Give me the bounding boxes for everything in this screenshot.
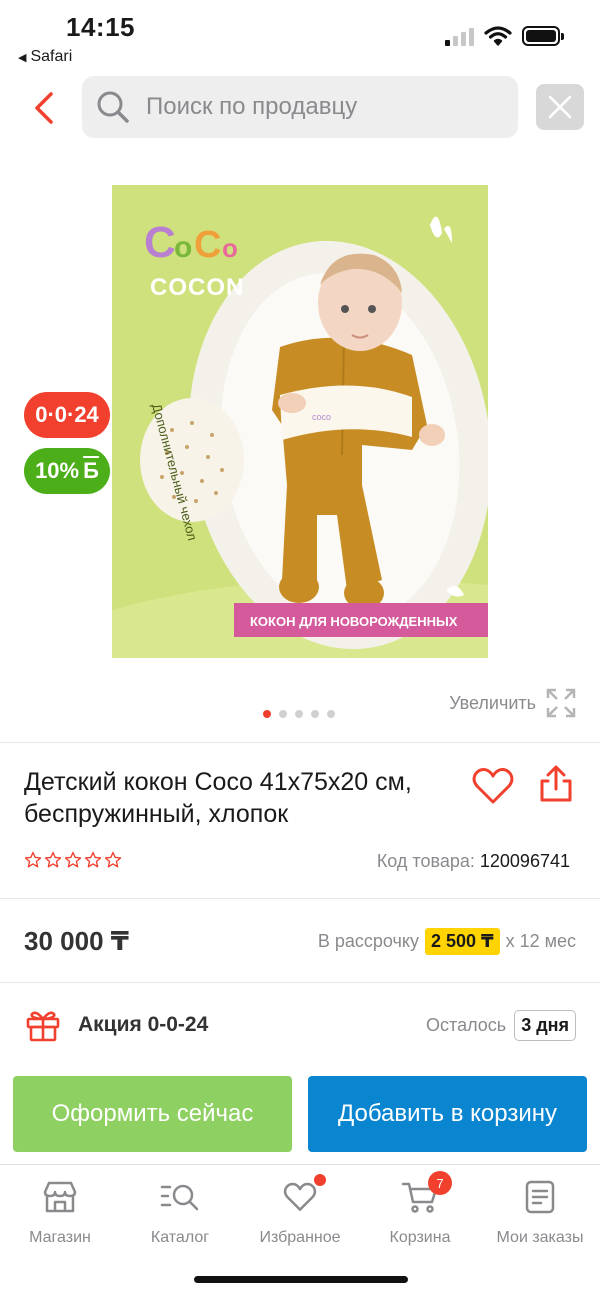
search-input[interactable] (146, 93, 466, 121)
back-app-label: Safari (30, 48, 73, 65)
tab-favorites-label: Избранное (259, 1229, 341, 1246)
tab-orders[interactable]: Мои заказы (480, 1165, 600, 1254)
battery-icon (522, 26, 564, 46)
bonus-badge-unit: Б (83, 458, 99, 483)
product-code-label: Код товара: (376, 851, 475, 871)
share-icon (540, 765, 572, 802)
close-icon (548, 95, 572, 119)
svg-text:КОКОН ДЛЯ НОВОРОЖДЕННЫХ: КОКОН ДЛЯ НОВОРОЖДЕННЫХ (250, 614, 458, 629)
clear-search-button[interactable] (536, 84, 584, 130)
tab-shop[interactable]: Магазин (0, 1165, 120, 1254)
cart-count-badge: 7 (428, 1171, 452, 1195)
shop-icon (43, 1181, 77, 1213)
divider (0, 742, 600, 743)
wifi-icon (484, 26, 512, 46)
add-to-cart-button[interactable]: Добавить в корзину (308, 1076, 587, 1152)
promo-label: Акция 0-0-24 (78, 1013, 209, 1036)
share-button[interactable] (534, 762, 578, 806)
back-button[interactable] (24, 84, 64, 132)
search-header (0, 76, 600, 140)
tab-catalog-label: Каталог (150, 1229, 210, 1246)
status-icons (445, 26, 564, 46)
product-image[interactable]: coco C o C o COCON Дополнительный чехол … (112, 185, 488, 658)
seller-search-box[interactable] (82, 76, 518, 138)
search-icon (97, 91, 129, 123)
cellular-signal-icon (445, 26, 474, 46)
star-icon (84, 851, 102, 868)
catalog-search-icon (160, 1184, 199, 1211)
zoom-button[interactable]: Увеличить (449, 688, 576, 718)
pagination-dot[interactable] (263, 710, 271, 718)
tab-catalog[interactable]: Каталог (120, 1165, 240, 1254)
gallery-pagination[interactable] (263, 710, 335, 718)
favorites-indicator-dot (314, 1174, 326, 1186)
product-photo-illustration: coco C o C o COCON Дополнительный чехол … (112, 185, 488, 658)
star-icon (44, 851, 62, 868)
status-time: 14:15 (66, 12, 135, 42)
brand-logo-text: C (144, 218, 176, 267)
pagination-dot[interactable] (295, 710, 303, 718)
tab-cart-label: Корзина (389, 1229, 451, 1246)
rating-stars[interactable] (24, 851, 122, 869)
buy-now-button[interactable]: Оформить сейчас (13, 1076, 292, 1152)
bottom-tab-bar: Магазин Каталог Избранное 7 Корзина Мои … (0, 1164, 600, 1254)
svg-text:o: o (222, 233, 238, 263)
product-code: Код товара: 120096741 (377, 851, 570, 872)
svg-text:o: o (174, 231, 192, 264)
heart-icon (472, 768, 514, 804)
promo-remaining-days: 3 дня (514, 1010, 576, 1041)
heart-icon (283, 1182, 317, 1211)
promo-badge: 0·0·24 (24, 392, 110, 438)
divider (0, 898, 600, 899)
product-code-value: 120096741 (479, 851, 570, 871)
bonus-badge: 10% Б (24, 448, 110, 494)
promo-badge-label: 0·0·24 (35, 402, 99, 427)
tab-cart[interactable]: 7 Корзина (360, 1165, 480, 1254)
zoom-label: Увеличить (449, 692, 536, 713)
svg-text:C: C (194, 224, 221, 266)
home-indicator (194, 1276, 408, 1283)
expand-icon (546, 688, 576, 718)
installment-info[interactable]: В рассрочку 2 500 ₸ x 12 мес (318, 928, 576, 955)
promo-remaining-label: Осталось (426, 1015, 507, 1035)
svg-text:coco: coco (312, 412, 331, 422)
tab-shop-label: Магазин (29, 1229, 91, 1246)
pagination-dot[interactable] (311, 710, 319, 718)
orders-icon (525, 1180, 555, 1214)
pagination-dot[interactable] (279, 710, 287, 718)
brand-name-text: COCON (150, 274, 244, 301)
product-title: Детский кокон Coco 41x75x20 см, беспружи… (24, 768, 412, 828)
star-icon (24, 851, 42, 868)
chevron-left-icon (35, 92, 53, 124)
back-to-app-link[interactable]: ◀ Safari (18, 48, 72, 66)
status-bar: 14:15 ◀ Safari (0, 0, 600, 72)
divider (0, 982, 600, 983)
tab-favorites[interactable]: Избранное (240, 1165, 360, 1254)
product-gallery[interactable]: coco C o C o COCON Дополнительный чехол … (0, 150, 600, 742)
bonus-badge-label: 10% (35, 458, 80, 483)
installment-amount: 2 500 ₸ (425, 928, 500, 955)
pagination-dot[interactable] (327, 710, 335, 718)
star-icon (64, 851, 82, 868)
tab-orders-label: Мои заказы (496, 1229, 584, 1246)
price: 30 000 ₸ (24, 926, 129, 956)
promo-remaining: Осталось 3 дня (426, 1010, 576, 1041)
installment-suffix: x 12 мес (505, 931, 576, 951)
back-triangle-icon: ◀ (18, 51, 27, 64)
star-icon (104, 851, 122, 868)
gift-icon (26, 1011, 60, 1042)
installment-prefix: В рассрочку (317, 931, 419, 951)
favorite-button[interactable] (470, 764, 516, 808)
